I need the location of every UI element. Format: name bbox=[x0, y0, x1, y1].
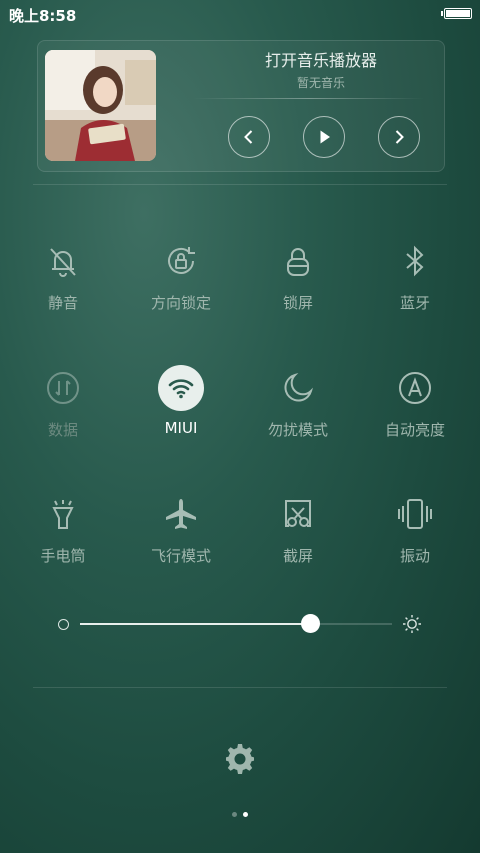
toggle-label: 勿扰模式 bbox=[267, 421, 328, 439]
page-dot bbox=[232, 812, 237, 817]
toggle-airplane-mode[interactable]: 飞行模式 bbox=[123, 491, 239, 566]
toggle-rotation-lock[interactable]: 方向锁定 bbox=[123, 238, 239, 313]
toggle-label: 手电筒 bbox=[40, 547, 86, 565]
toggle-label: 数据 bbox=[47, 421, 78, 439]
toggle-label: 静音 bbox=[47, 294, 78, 312]
airplane-icon bbox=[166, 499, 196, 529]
next-button[interactable] bbox=[378, 116, 420, 158]
page-dot-active bbox=[243, 812, 248, 817]
play-icon bbox=[320, 130, 330, 144]
page-indicator bbox=[230, 812, 250, 820]
brightness-row bbox=[0, 610, 480, 638]
bell-off-icon bbox=[50, 248, 76, 277]
toggle-do-not-disturb[interactable]: 勿扰模式 bbox=[240, 365, 356, 440]
album-photo bbox=[45, 50, 156, 161]
vibrate-icon bbox=[398, 499, 432, 529]
toggle-label: 飞行模式 bbox=[150, 547, 211, 565]
music-widget[interactable]: 打开音乐播放器 暂无音乐 bbox=[37, 40, 445, 172]
moon-icon bbox=[284, 373, 313, 402]
brightness-thumb[interactable] bbox=[301, 614, 321, 633]
rotation-lock-icon bbox=[168, 247, 195, 274]
toggle-auto-brightness[interactable]: 自动亮度 bbox=[357, 365, 473, 440]
flashlight-icon bbox=[52, 500, 74, 529]
screenshot-icon bbox=[285, 500, 311, 527]
mobile-data-icon bbox=[47, 372, 79, 404]
brightness-fill bbox=[80, 623, 311, 625]
music-divider bbox=[193, 98, 424, 99]
album-art[interactable] bbox=[45, 50, 156, 161]
toggle-label: 锁屏 bbox=[282, 294, 313, 312]
brightness-low-icon bbox=[58, 619, 69, 630]
toggle-label: 自动亮度 bbox=[384, 421, 445, 439]
lock-icon bbox=[287, 248, 309, 276]
toggle-screenshot[interactable]: 截屏 bbox=[240, 491, 356, 566]
toggle-mute[interactable]: 静音 bbox=[5, 238, 121, 313]
gear-icon[interactable] bbox=[224, 742, 256, 774]
toggle-label: 振动 bbox=[399, 547, 430, 565]
divider-bottom bbox=[33, 687, 447, 688]
toggle-vibrate[interactable]: 振动 bbox=[357, 491, 473, 566]
auto-brightness-icon bbox=[399, 372, 431, 404]
toggle-flashlight[interactable]: 手电筒 bbox=[5, 491, 121, 566]
toggle-label: 蓝牙 bbox=[399, 294, 430, 312]
toggle-mobile-data[interactable]: 数据 bbox=[5, 365, 121, 440]
toggle-wifi[interactable]: MIUI bbox=[123, 365, 239, 437]
toggle-label: 方向锁定 bbox=[150, 294, 211, 312]
toggle-bluetooth[interactable]: 蓝牙 bbox=[357, 238, 473, 313]
divider-top bbox=[33, 184, 447, 185]
music-title: 打开音乐播放器 bbox=[264, 51, 377, 70]
bluetooth-icon bbox=[406, 245, 424, 277]
play-button[interactable] bbox=[303, 116, 345, 158]
brightness-high-icon bbox=[403, 615, 421, 633]
next-icon bbox=[395, 130, 404, 144]
battery-icon bbox=[441, 8, 472, 19]
status-bar: 晚上8:58 bbox=[0, 0, 480, 28]
music-subtitle: 暂无音乐 bbox=[296, 76, 345, 90]
brightness-slider[interactable] bbox=[80, 623, 392, 625]
toggle-label: 截屏 bbox=[282, 547, 313, 565]
status-time: 晚上8:58 bbox=[9, 7, 77, 25]
previous-icon bbox=[244, 130, 253, 144]
toggle-lock-screen[interactable]: 锁屏 bbox=[240, 238, 356, 313]
previous-button[interactable] bbox=[228, 116, 270, 158]
toggle-label: MIUI bbox=[164, 419, 198, 437]
wifi-icon bbox=[168, 379, 194, 399]
